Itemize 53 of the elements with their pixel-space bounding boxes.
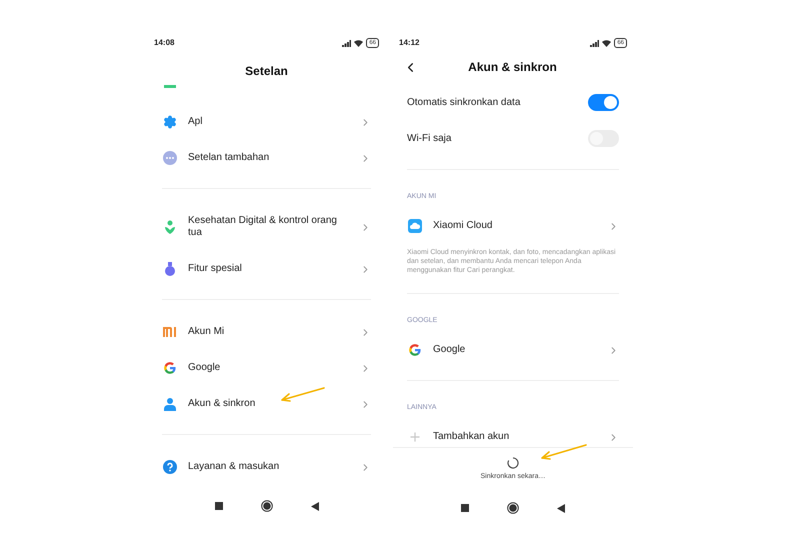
home-icon[interactable] xyxy=(507,502,519,514)
gear-icon xyxy=(163,115,177,129)
wifi-icon xyxy=(602,40,612,46)
settings-row[interactable]: Xiaomi Cloud xyxy=(393,208,633,244)
settings-row[interactable]: Layanan & masukan xyxy=(148,449,385,485)
mi-logo-icon xyxy=(163,327,177,337)
annotation-arrow-drawing xyxy=(278,386,326,404)
row-label: Google xyxy=(188,362,220,374)
row-label: Google xyxy=(433,344,466,356)
settings-row[interactable]: Google xyxy=(148,350,385,386)
wifi-icon xyxy=(354,40,364,46)
row-label: Akun & sinkron xyxy=(188,398,256,410)
row-label: Apl xyxy=(188,116,202,128)
toggle-switch[interactable] xyxy=(588,94,619,110)
person-heart-icon xyxy=(163,220,177,234)
settings-row[interactable]: Apl xyxy=(148,104,385,140)
row-label: Xiaomi Cloud xyxy=(433,220,492,232)
row-label: Kesehatan Digital & kontrol orang tua xyxy=(188,215,338,239)
row-label: Layanan & masukan xyxy=(188,461,280,473)
plus-icon xyxy=(408,430,422,444)
screen-title: Setelan xyxy=(245,62,288,80)
home-icon[interactable] xyxy=(260,500,272,512)
row-label: Akun Mi xyxy=(188,326,224,338)
back-icon[interactable] xyxy=(310,502,318,510)
signal-icon xyxy=(590,40,600,46)
person-icon xyxy=(163,397,177,411)
settings-row[interactable]: Setelan tambahan xyxy=(148,140,385,176)
recent-apps-icon[interactable] xyxy=(214,502,222,510)
battery-row-icon xyxy=(164,85,176,88)
settings-row[interactable]: Google xyxy=(393,332,633,368)
cloud-icon xyxy=(408,219,422,233)
settings-row[interactable]: Akun & sinkron xyxy=(148,386,385,422)
status-time: 14:12 xyxy=(399,37,420,49)
settings-row[interactable]: Akun Mi xyxy=(148,314,385,350)
google-logo-icon xyxy=(408,343,422,357)
row-label: Tambahkan akun xyxy=(433,431,510,443)
row-label: Fitur spesial xyxy=(188,263,242,275)
flask-icon xyxy=(163,262,177,276)
toggle-label: Wi-Fi saja xyxy=(407,132,452,146)
toggle-label: Otomatis sinkronkan data xyxy=(407,96,520,110)
annotation-arrow-drawing xyxy=(538,443,588,462)
settings-row[interactable]: Kesehatan Digital & kontrol orang tua xyxy=(148,203,385,251)
status-time: 14:08 xyxy=(154,37,174,49)
dots-icon xyxy=(163,151,177,165)
google-logo-icon xyxy=(163,361,177,375)
settings-row[interactable]: Fitur spesial xyxy=(148,251,385,287)
screen-title: Akun & sinkron xyxy=(467,59,558,76)
back-icon[interactable] xyxy=(557,504,565,512)
settings-row[interactable]: Tambahkan akun xyxy=(393,419,633,447)
signal-icon xyxy=(342,40,352,46)
sync-icon[interactable] xyxy=(507,457,519,469)
help-icon xyxy=(163,460,177,474)
row-label: Setelan tambahan xyxy=(188,152,270,164)
